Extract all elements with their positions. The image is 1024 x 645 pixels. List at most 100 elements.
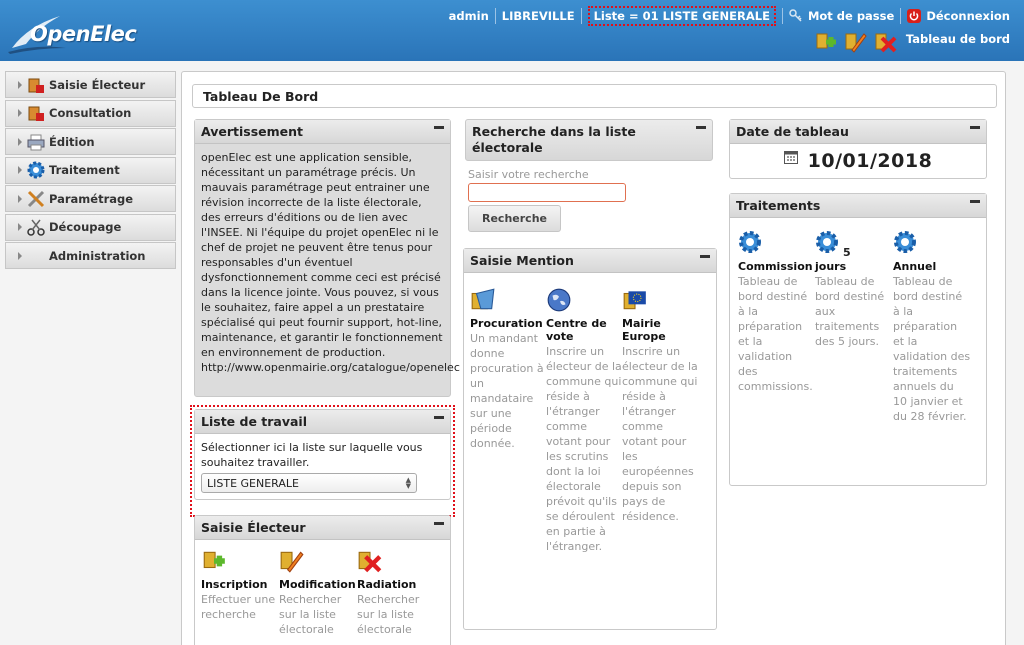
globe-icon — [547, 288, 571, 312]
sidebar-item-consultation[interactable]: Consultation — [5, 99, 176, 127]
openelec-logo[interactable]: OpenElec — [8, 8, 138, 54]
minimize-icon[interactable] — [970, 200, 980, 203]
radiation-action[interactable]: Radiation Rechercher sur la liste électo… — [357, 548, 435, 637]
gear-icon — [894, 231, 916, 253]
logo-text: OpenElec — [30, 22, 137, 46]
add-elector-icon[interactable] — [814, 30, 838, 54]
page-title: Tableau De Bord — [192, 84, 997, 108]
sidebar-item-saisie-electeur[interactable]: Saisie Électeur — [5, 71, 176, 98]
sidebar-item-label: Édition — [49, 134, 95, 149]
divider — [900, 8, 902, 24]
divider — [781, 8, 783, 24]
treatment-description: Tableau de bord destiné à la préparation… — [738, 275, 813, 393]
sidebar-item-label: Paramétrage — [49, 191, 134, 206]
sidebar-item-label: Consultation — [49, 106, 132, 120]
treatment-title: Annuel — [893, 260, 937, 273]
centre-de-vote-action[interactable]: Centre de vote Inscrire un électeur de l… — [546, 287, 622, 554]
edit-elector-icon[interactable] — [844, 30, 868, 54]
sidebar-item-traitement[interactable]: Traitement — [5, 156, 176, 184]
work-list-widget: Liste de travail Sélectionner ici la lis… — [194, 409, 451, 500]
modification-action[interactable]: Modification Rechercher sur la liste éle… — [279, 548, 357, 637]
saisie-actions: Inscription Effectuer une recherche Modi… — [195, 540, 450, 637]
delete-elector-icon[interactable] — [874, 30, 898, 54]
sidebar-menu: Saisie Électeur Consultation Édition Tra… — [5, 71, 176, 271]
action-title: Inscription — [201, 578, 268, 591]
minimize-icon[interactable] — [700, 255, 710, 258]
expand-arrow-icon — [18, 137, 22, 146]
consultation-icon — [28, 106, 44, 121]
saisie-mention-widget: Saisie Mention Procuration Un mandant do… — [463, 248, 717, 630]
date-value: 10/01/2018 — [807, 150, 933, 172]
search-button[interactable]: Recherche — [468, 205, 561, 232]
user-name[interactable]: admin — [449, 9, 489, 23]
mairie-europe-action[interactable]: Mairie Europe Inscrire un électeur de la… — [622, 287, 698, 554]
password-link[interactable]: Mot de passe — [789, 9, 894, 23]
warning-widget: Avertissement openElec est une applicati… — [194, 119, 460, 397]
action-description: Inscrire un électeur de la commune qui r… — [622, 345, 698, 523]
eu-flag-icon — [623, 291, 646, 310]
date-widget: Date de tableau 10/01/2018 — [729, 119, 987, 179]
sidebar-item-label: Découpage — [49, 220, 122, 234]
city-name[interactable]: LIBREVILLE — [502, 9, 575, 23]
minimize-icon[interactable] — [970, 126, 980, 129]
action-title: Modification — [279, 578, 356, 591]
widget-header: Date de tableau — [730, 120, 986, 144]
widget-title: Liste de travail — [201, 414, 307, 429]
work-list-selected: LISTE GENERALE — [207, 477, 299, 490]
treatment-items: Commission Tableau de bord destiné à la … — [730, 218, 986, 424]
widget-title: Avertissement — [201, 124, 304, 139]
widget-header: Traitements — [730, 194, 986, 218]
header-actions: Tableau de bord — [814, 30, 1010, 54]
commission-treatment[interactable]: Commission Tableau de bord destiné à la … — [738, 230, 815, 424]
expand-arrow-icon — [18, 251, 22, 260]
logout-label: Déconnexion — [926, 9, 1010, 23]
treatment-description: Tableau de bord destiné aux traitements … — [815, 275, 885, 348]
widget-title: Traitements — [736, 198, 821, 213]
sidebar-item-parametrage[interactable]: Paramétrage — [5, 185, 176, 212]
annual-treatment[interactable]: Annuel Tableau de bord destiné à la prép… — [893, 230, 971, 424]
sidebar-item-decoupage[interactable]: Découpage — [5, 213, 176, 241]
saisie-electeur-widget: Saisie Électeur Inscription Effectuer un… — [194, 515, 451, 645]
current-list-link[interactable]: Liste = 01 LISTE GENERALE — [587, 6, 776, 26]
sidebar-item-label: Administration — [49, 248, 146, 263]
dashboard-link[interactable]: Tableau de bord — [906, 32, 1010, 46]
widget-header: Recherche dans la liste électorale — [465, 119, 713, 161]
minimize-icon[interactable] — [696, 126, 706, 129]
inscription-action[interactable]: Inscription Effectuer une recherche — [201, 548, 279, 637]
password-label: Mot de passe — [807, 9, 895, 23]
five-days-treatment[interactable]: 5 jours Tableau de bord destiné aux trai… — [815, 230, 893, 424]
expand-arrow-icon — [18, 223, 22, 231]
work-list-select[interactable]: LISTE GENERALE ▲ ▼ — [201, 473, 417, 493]
mention-actions: Procuration Un mandant donne procuration… — [464, 273, 716, 554]
logout-link[interactable]: Déconnexion — [907, 9, 1010, 23]
minimize-icon[interactable] — [434, 416, 444, 419]
minimize-icon[interactable] — [434, 522, 444, 525]
main-content: Tableau De Bord Avertissement openElec e… — [181, 71, 1006, 645]
procuration-action[interactable]: Procuration Un mandant donne procuration… — [470, 287, 546, 554]
warning-text: openElec est une application sensible, n… — [201, 151, 460, 374]
sidebar-item-label: Saisie Électeur — [49, 77, 146, 92]
header: OpenElec admin LIBREVILLE Liste = 01 LIS… — [0, 0, 1024, 61]
treatment-title: Commission — [738, 260, 813, 273]
search-form: Saisir votre recherche Recherche — [468, 168, 718, 232]
widget-title: Saisie Électeur — [201, 520, 306, 535]
scissors-icon — [27, 219, 45, 236]
search-widget: Recherche dans la liste électorale — [465, 119, 713, 163]
power-icon — [907, 9, 922, 23]
empty-icon-slot — [27, 247, 45, 265]
treatments-widget: Traitements Commission Tableau de bord d… — [729, 193, 987, 486]
widget-header: Saisie Mention — [464, 249, 716, 273]
search-input[interactable] — [468, 183, 626, 202]
widget-title: Saisie Mention — [470, 253, 574, 268]
sidebar-item-edition[interactable]: Édition — [5, 128, 176, 155]
treatment-description: Tableau de bord destiné à la préparation… — [893, 275, 971, 423]
minimize-icon[interactable] — [434, 126, 444, 129]
gear-icon — [816, 231, 838, 253]
edit-elector-icon — [280, 551, 304, 573]
sidebar-item-label: Traitement — [49, 163, 120, 177]
work-list-instruction: Sélectionner ici la liste sur laquelle v… — [201, 441, 423, 469]
expand-arrow-icon — [18, 80, 22, 89]
proxy-icon — [471, 288, 495, 310]
sidebar-item-administration[interactable]: Administration — [5, 242, 176, 269]
widget-header: Avertissement — [195, 120, 450, 144]
